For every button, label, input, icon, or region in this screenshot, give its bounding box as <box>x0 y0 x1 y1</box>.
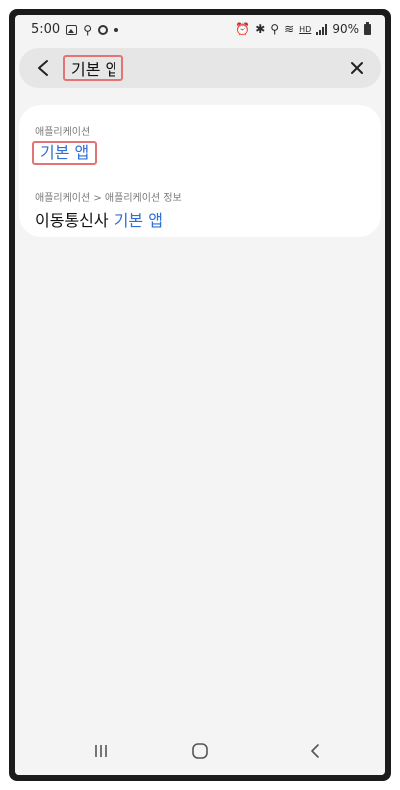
status-left: 5:00 ⚲ <box>31 22 118 37</box>
back-icon <box>311 744 319 758</box>
search-input[interactable] <box>63 55 123 81</box>
back-button[interactable] <box>27 52 59 84</box>
status-bar: 5:00 ⚲ ⏰ ✱ ⚲ ≋ HD 90% <box>15 15 385 45</box>
more-notifications-icon <box>114 27 118 32</box>
result-title-highlight: 기본 앱 <box>40 143 90 162</box>
hd-voice-icon: HD <box>299 24 312 34</box>
close-icon <box>351 62 363 74</box>
result-title: 기본 앱 <box>32 141 98 165</box>
search-bar <box>19 48 381 88</box>
status-right: ⏰ ✱ ⚲ ≋ HD 90% <box>235 21 371 36</box>
recent-apps-icon <box>95 745 107 757</box>
wifi-icon: ≋ <box>284 22 295 36</box>
result-breadcrumb: 애플리케이션 <box>35 127 91 138</box>
gallery-icon <box>66 24 78 35</box>
screen: 5:00 ⚲ ⏰ ✱ ⚲ ≋ HD 90% 기본 앱 애플리케이션 기본 앱 애… <box>15 15 385 775</box>
home-button[interactable] <box>180 735 220 767</box>
search-result-carrier-default-apps[interactable]: 애플리케이션 > 애플리케이션 정보 이동통신사 기본 앱 <box>35 189 182 231</box>
result-title: 이동통신사 기본 앱 <box>35 207 163 231</box>
chevron-left-icon <box>38 60 48 76</box>
bluetooth-icon: ✱ <box>255 22 266 36</box>
home-icon <box>192 743 208 759</box>
result-breadcrumb: 애플리케이션 > 애플리케이션 정보 <box>35 193 182 204</box>
clear-search-button[interactable] <box>341 52 373 84</box>
result-title-prefix: 이동통신사 <box>35 211 114 230</box>
sync-icon <box>98 24 108 35</box>
signal-icon <box>316 23 328 35</box>
nav-back-button[interactable] <box>295 735 335 767</box>
device-frame: 5:00 ⚲ ⏰ ✱ ⚲ ≋ HD 90% 기본 앱 애플리케이션 기본 앱 애… <box>9 9 391 781</box>
alarm-icon: ⏰ <box>235 22 251 36</box>
location-icon: ⚲ <box>270 22 280 36</box>
search-results-card: 애플리케이션 기본 앱 애플리케이션 > 애플리케이션 정보 이동통신사 기본 … <box>19 105 381 237</box>
battery-percent: 90% <box>332 22 359 36</box>
result-title-highlight: 기본 앱 <box>113 211 163 230</box>
recent-apps-button[interactable] <box>81 735 121 767</box>
navigation-bar <box>15 727 385 775</box>
search-result-default-apps[interactable]: 애플리케이션 기본 앱 <box>32 123 98 165</box>
battery-icon <box>364 21 371 35</box>
usb-icon: ⚲ <box>83 22 92 37</box>
status-time: 5:00 <box>31 22 61 37</box>
